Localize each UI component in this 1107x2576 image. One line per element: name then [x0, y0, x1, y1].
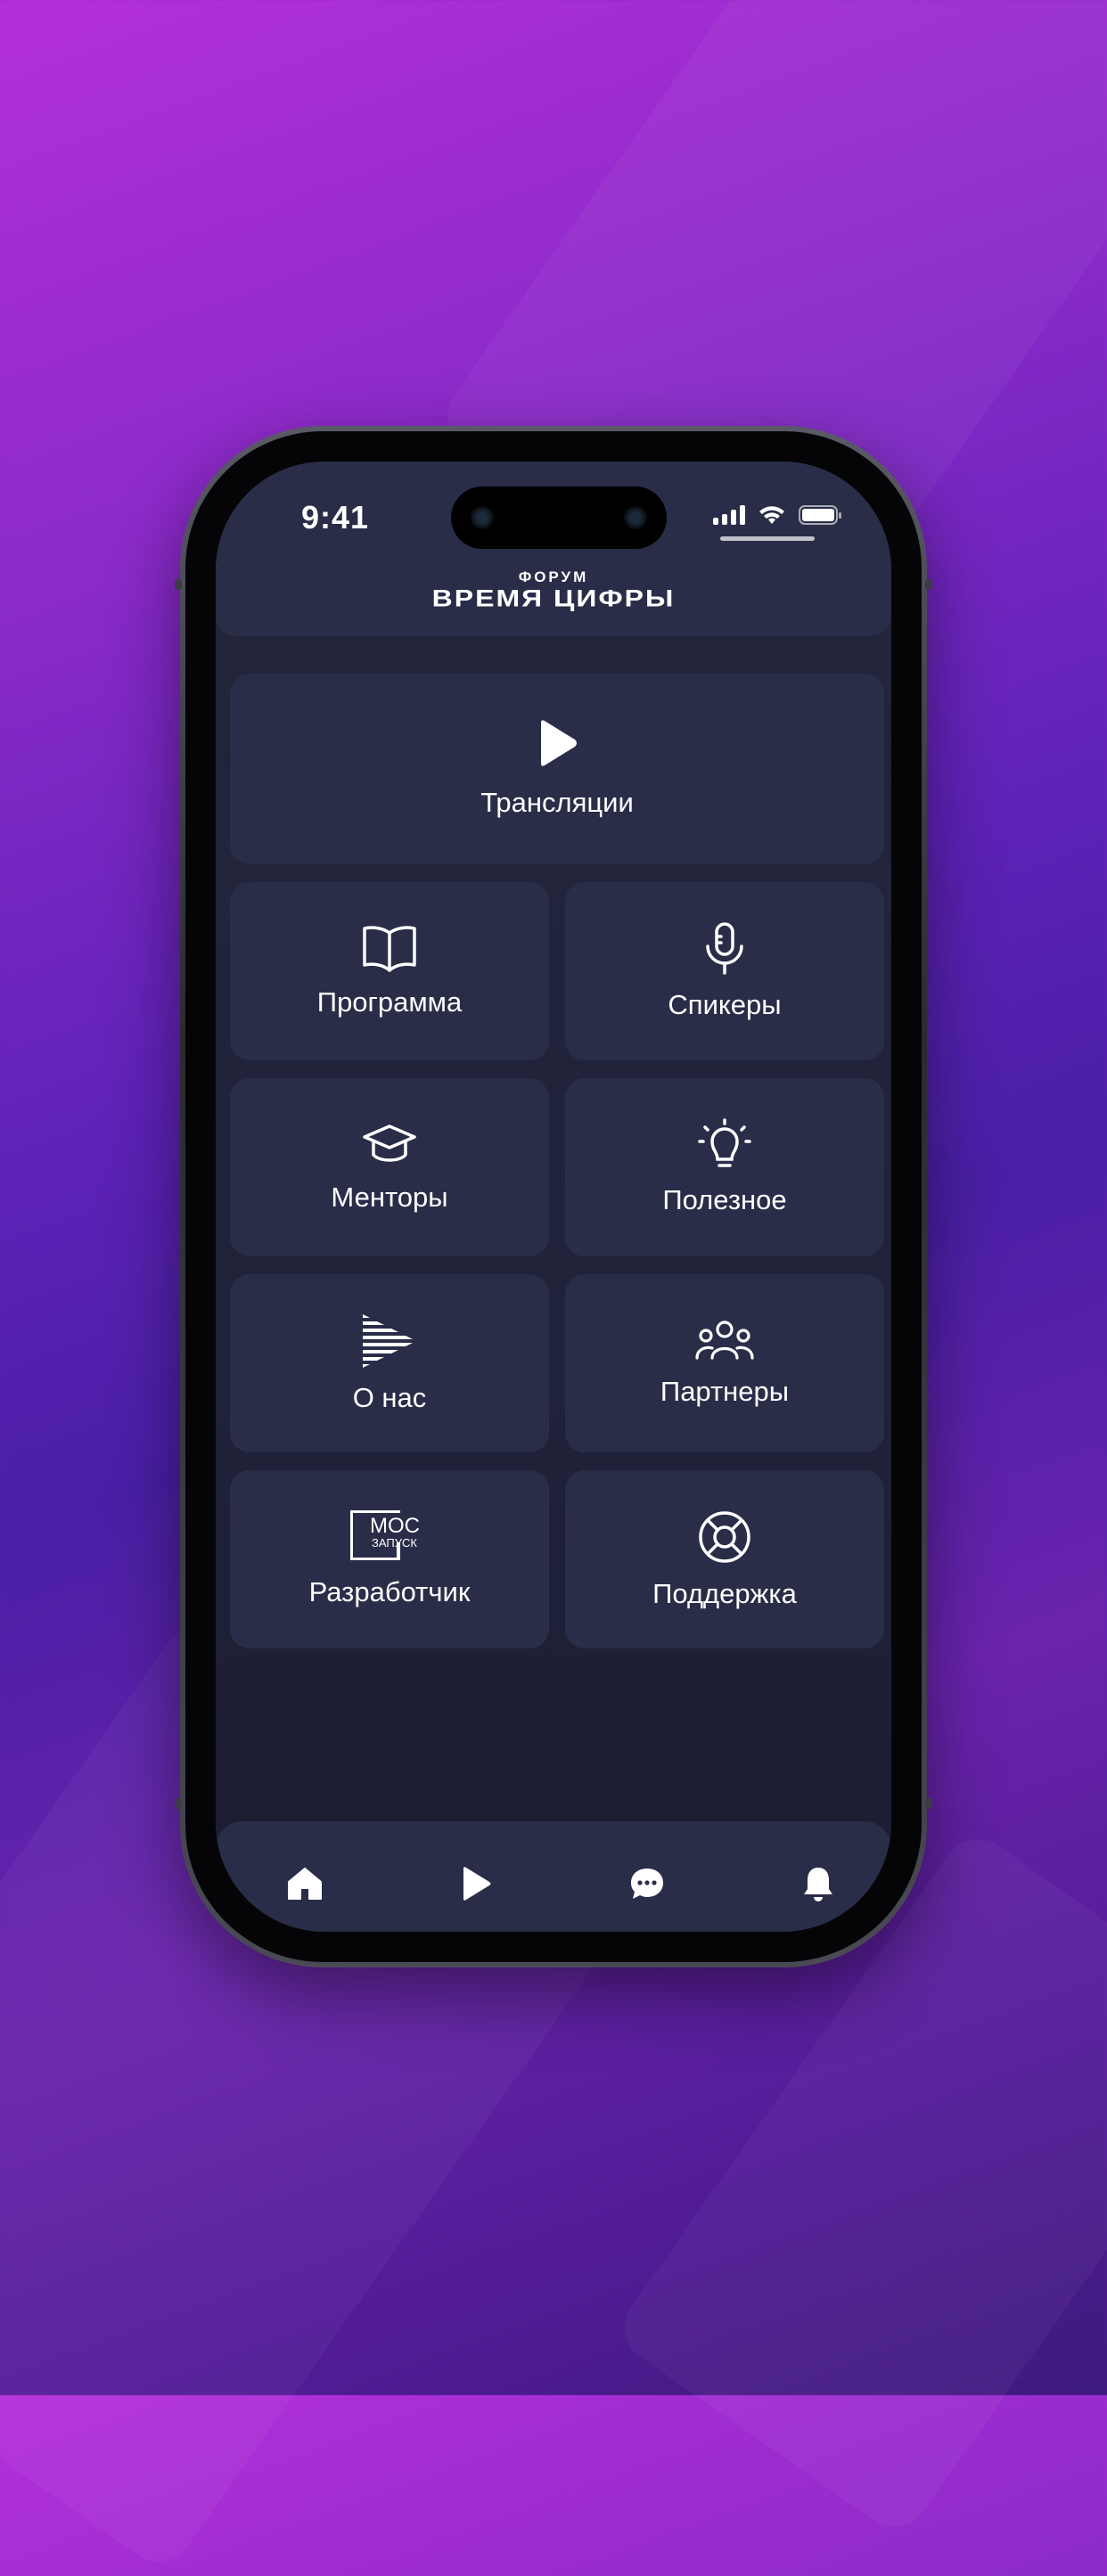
status-icons [713, 504, 841, 526]
tab-chat[interactable] [620, 1857, 674, 1910]
phone-side-button [925, 1798, 932, 1809]
graduation-cap-icon [363, 1124, 416, 1162]
app-header: 9:41 ФОРУМ ВРЕМЯ ЦИФРЫ [216, 462, 891, 636]
dynamic-island [451, 487, 667, 549]
tab-home[interactable] [278, 1857, 332, 1910]
app-screen: 9:41 ФОРУМ ВРЕМЯ ЦИФРЫ Трансляции Програ… [216, 462, 891, 1932]
logo-text-bottom: ЗАПУСК [372, 1536, 417, 1550]
forum-logo: ФОРУМ ВРЕМЯ ЦИФРЫ [216, 568, 891, 612]
chat-icon [631, 1869, 663, 1899]
tile-developer[interactable]: МОС ЗАПУСК Разработчик [230, 1470, 549, 1648]
logo-big-text: ВРЕМЯ ЦИФРЫ [431, 584, 676, 612]
phone-side-button [175, 579, 182, 590]
tab-bar [216, 1821, 891, 1932]
tab-notifications[interactable] [791, 1857, 845, 1910]
tile-speakers[interactable]: Спикеры [565, 882, 884, 1060]
tile-label: Менторы [331, 1182, 448, 1213]
microphone-icon [706, 922, 743, 975]
status-time: 9:41 [301, 499, 370, 536]
tile-label: Спикеры [668, 989, 782, 1020]
tile-partners[interactable]: Партнеры [565, 1274, 884, 1452]
mos-zapusk-logo: МОС ЗАПУСК [350, 1510, 429, 1564]
logo-small-text: ФОРУМ [518, 568, 589, 585]
phone-bezel: 9:41 ФОРУМ ВРЕМЯ ЦИФРЫ Трансляции Програ… [185, 431, 922, 1962]
wifi-icon [759, 506, 784, 524]
tile-mentors[interactable]: Менторы [230, 1078, 549, 1256]
tile-label: О нас [352, 1382, 427, 1413]
play-icon [463, 1867, 491, 1901]
tile-label: Разработчик [308, 1576, 471, 1607]
bell-icon [804, 1868, 832, 1901]
phone-side-button [925, 579, 932, 590]
tile-label: Поддержка [652, 1578, 797, 1609]
camera-icon [471, 506, 494, 529]
tile-broadcasts[interactable]: Трансляции [230, 674, 884, 864]
tile-program[interactable]: Программа [230, 882, 549, 1060]
signal-icon [713, 505, 745, 525]
tile-support[interactable]: Поддержка [565, 1470, 884, 1648]
tile-label: Полезное [662, 1184, 787, 1215]
lifebuoy-icon [699, 1511, 750, 1563]
camera-icon [624, 506, 647, 529]
tile-useful[interactable]: Полезное [565, 1078, 884, 1256]
tile-label: Партнеры [660, 1376, 790, 1407]
phone-side-button [175, 1798, 182, 1809]
home-icon [288, 1868, 322, 1900]
tab-broadcasts[interactable] [449, 1857, 503, 1910]
tile-about[interactable]: О нас [230, 1274, 549, 1452]
status-indicator-bar [720, 536, 815, 541]
battery-icon [799, 505, 841, 525]
tile-label: Трансляции [480, 787, 634, 818]
logo-text-top: МОС [370, 1514, 420, 1538]
striped-play-logo-icon [363, 1314, 416, 1368]
phone-frame: 9:41 ФОРУМ ВРЕМЯ ЦИФРЫ Трансляции Програ… [175, 426, 932, 1967]
lightbulb-icon [698, 1118, 751, 1167]
tile-label: Программа [316, 986, 463, 1018]
people-group-icon [695, 1321, 754, 1360]
play-icon [541, 720, 577, 766]
book-icon [363, 926, 416, 972]
